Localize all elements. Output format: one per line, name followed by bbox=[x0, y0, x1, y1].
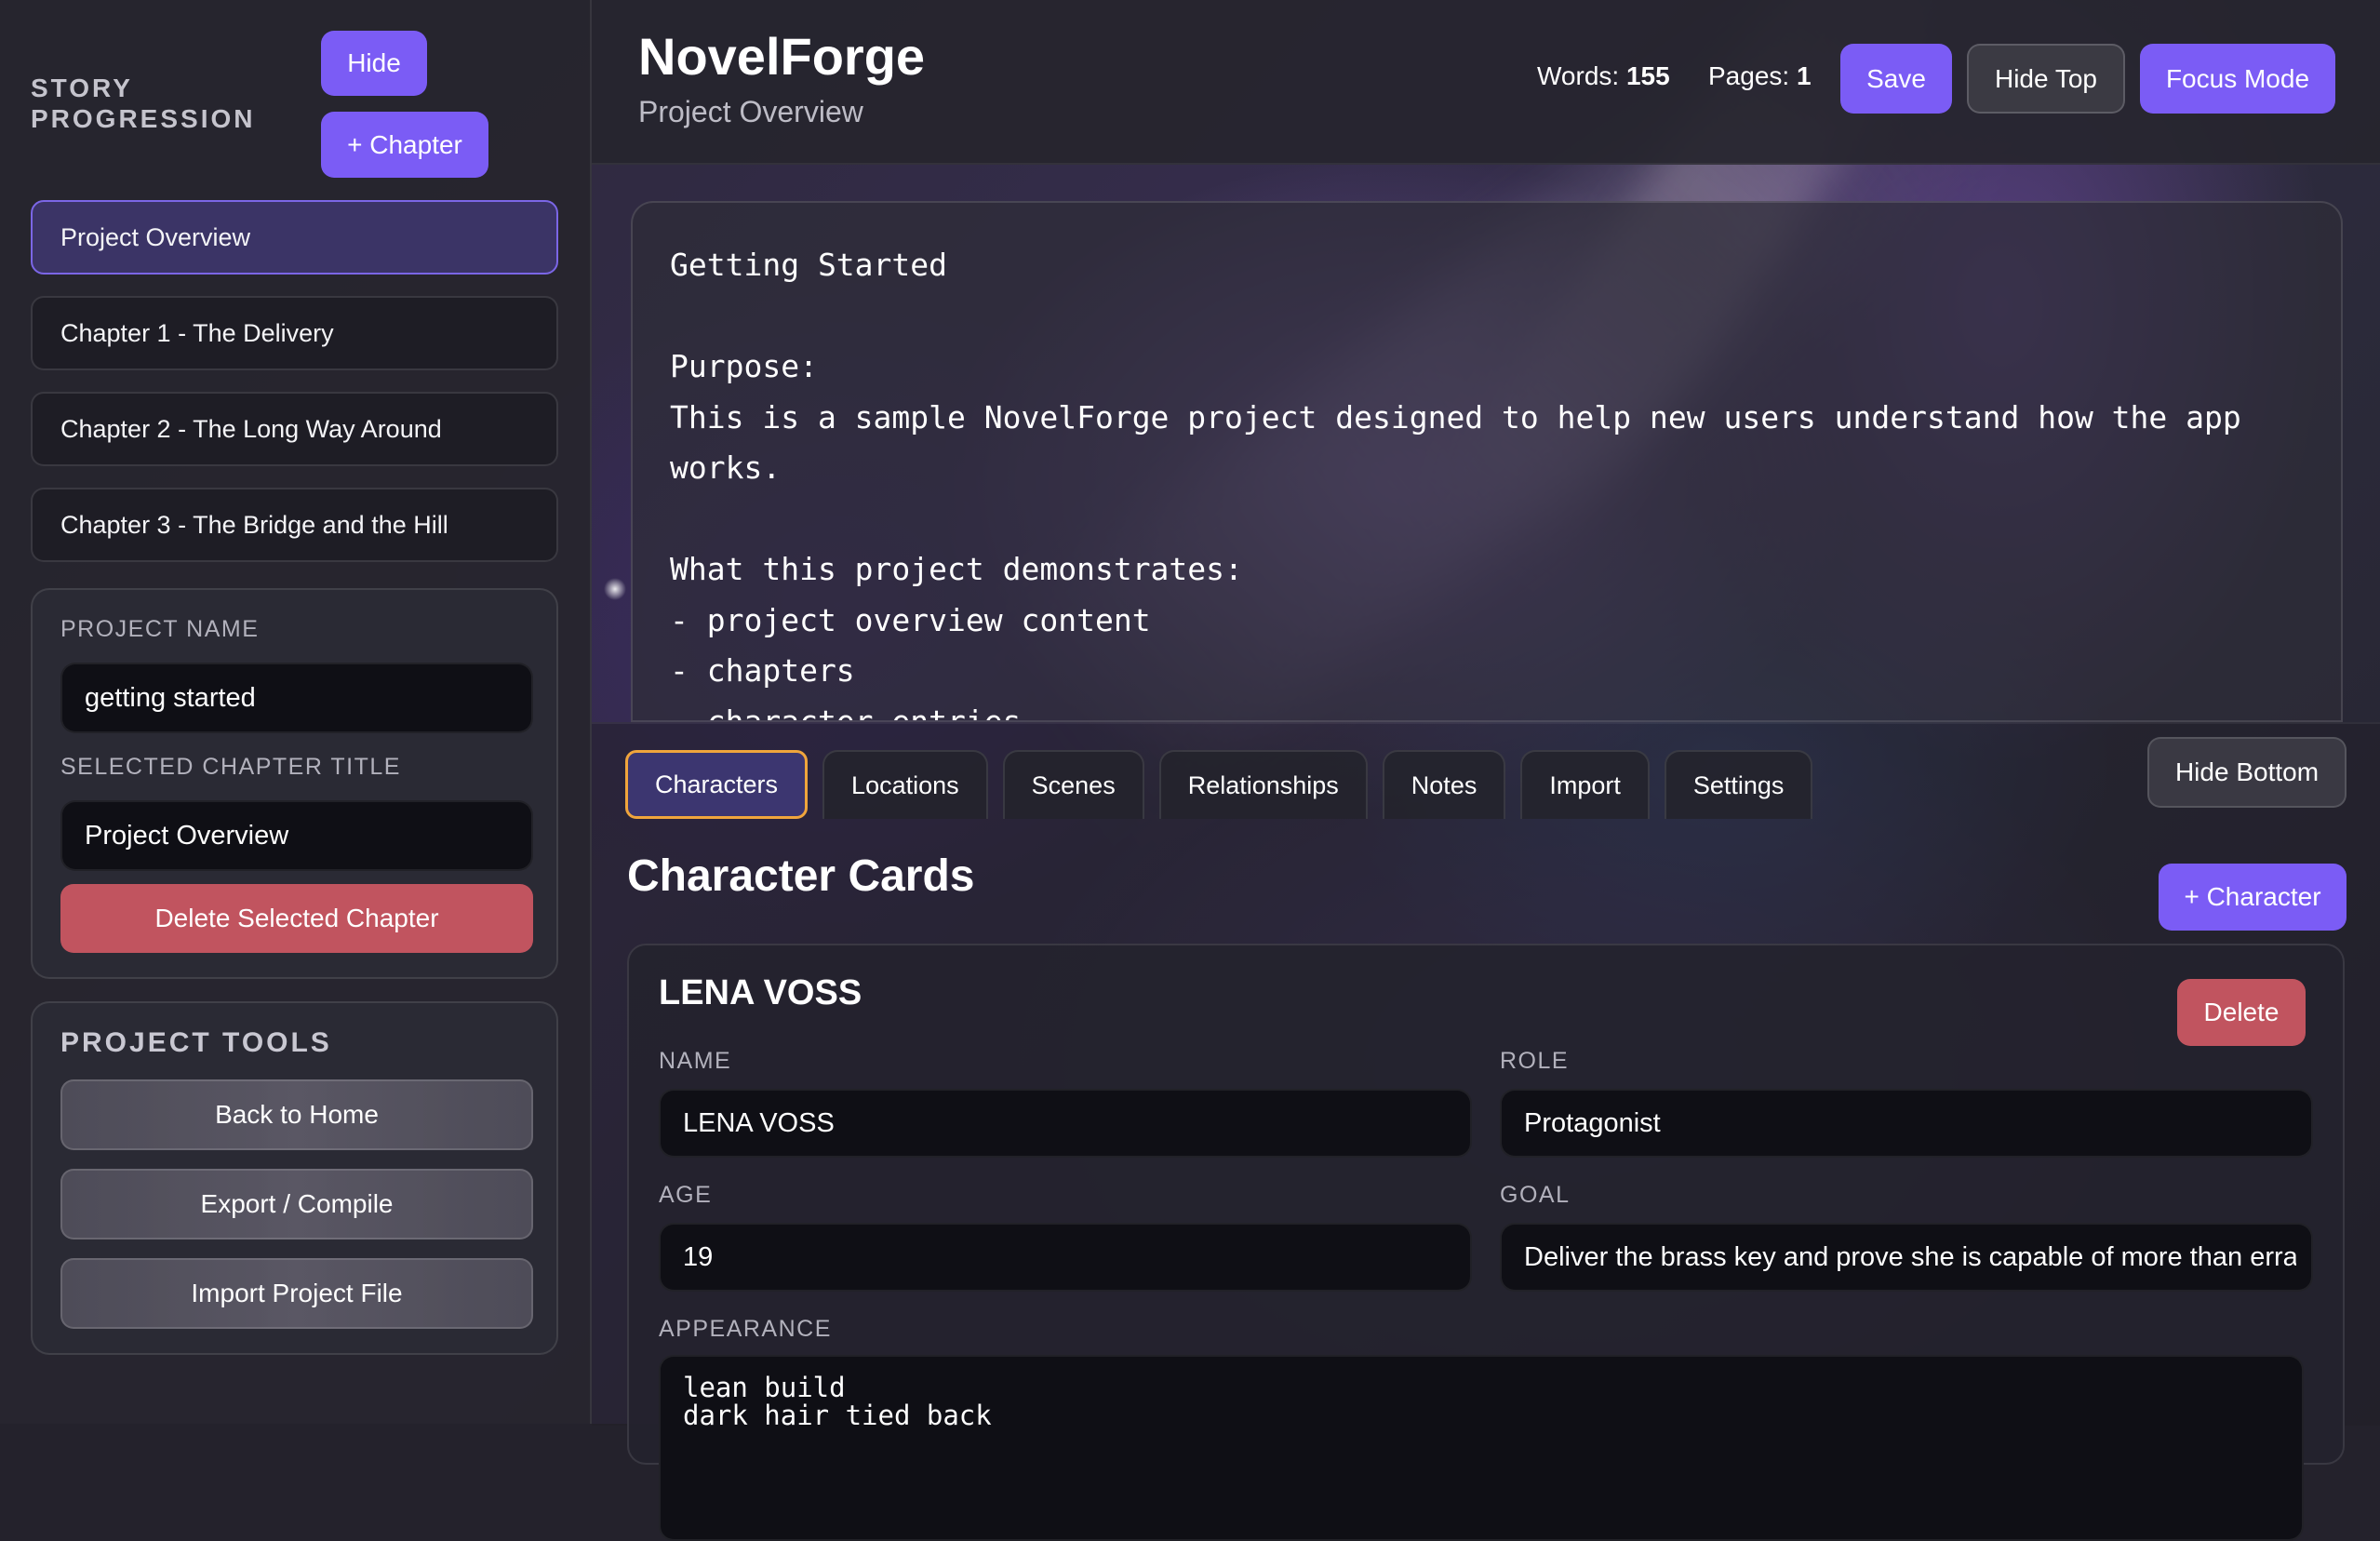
word-count-label: Words: bbox=[1537, 61, 1620, 90]
character-age-input[interactable] bbox=[659, 1223, 1472, 1292]
background-sparkle bbox=[603, 577, 627, 601]
project-name-label: PROJECT NAME bbox=[60, 616, 260, 642]
character-name-label: NAME bbox=[659, 1048, 732, 1074]
hide-bottom-button[interactable]: Hide Bottom bbox=[2147, 737, 2347, 808]
top-header: NovelForge Project Overview Words: 155 P… bbox=[592, 0, 2380, 165]
hide-top-button[interactable]: Hide Top bbox=[1967, 44, 2125, 114]
app-title: NovelForge bbox=[638, 27, 926, 86]
tab-import[interactable]: Import bbox=[1520, 750, 1650, 819]
add-character-button[interactable]: + Character bbox=[2159, 864, 2347, 931]
back-to-home-button[interactable]: Back to Home bbox=[60, 1079, 533, 1150]
character-role-label: ROLE bbox=[1500, 1048, 1570, 1074]
page-count-value: 1 bbox=[1796, 61, 1812, 90]
word-count: Words: 155 bbox=[1537, 61, 1670, 91]
character-card-heading: LENA VOSS bbox=[659, 973, 862, 1012]
chapter-title-input[interactable] bbox=[60, 800, 533, 871]
character-goal-label: GOAL bbox=[1500, 1182, 1571, 1208]
character-name-input[interactable] bbox=[659, 1089, 1472, 1158]
chapter-item-1[interactable]: Chapter 1 - The Delivery bbox=[31, 296, 558, 370]
project-name-input[interactable] bbox=[60, 663, 533, 733]
bottom-panel: Characters Locations Scenes Relationship… bbox=[592, 722, 2380, 1541]
chapter-item-3[interactable]: Chapter 3 - The Bridge and the Hill bbox=[31, 488, 558, 562]
page-subtitle: Project Overview bbox=[638, 95, 863, 128]
tab-locations[interactable]: Locations bbox=[822, 750, 988, 819]
tab-relationships[interactable]: Relationships bbox=[1158, 750, 1368, 819]
page-count-label: Pages: bbox=[1708, 61, 1790, 90]
tab-characters[interactable]: Characters bbox=[625, 750, 809, 819]
hide-sidebar-button[interactable]: Hide bbox=[321, 31, 427, 96]
character-age-label: AGE bbox=[659, 1182, 713, 1208]
section-title: Character Cards bbox=[627, 851, 975, 901]
delete-chapter-button[interactable]: Delete Selected Chapter bbox=[60, 884, 533, 953]
save-button[interactable]: Save bbox=[1840, 44, 1952, 114]
sidebar: STORY PROGRESSION Hide + Chapter Project… bbox=[0, 0, 592, 1424]
editor-text[interactable]: Getting Started Purpose: This is a sampl… bbox=[670, 240, 2285, 720]
chapter-title-label: SELECTED CHAPTER TITLE bbox=[60, 754, 401, 780]
character-appearance-textarea[interactable]: lean build dark hair tied back bbox=[659, 1355, 2304, 1541]
project-settings-panel: PROJECT NAME SELECTED CHAPTER TITLE Dele… bbox=[31, 588, 558, 979]
tab-notes[interactable]: Notes bbox=[1382, 750, 1506, 819]
chapter-item-project-overview[interactable]: Project Overview bbox=[31, 200, 558, 275]
add-chapter-button[interactable]: + Chapter bbox=[321, 112, 488, 178]
sidebar-heading: STORY PROGRESSION bbox=[31, 74, 256, 133]
character-appearance-label: APPEARANCE bbox=[659, 1316, 832, 1342]
page-count: Pages: 1 bbox=[1708, 61, 1812, 91]
focus-mode-button[interactable]: Focus Mode bbox=[2140, 44, 2335, 114]
word-count-value: 155 bbox=[1625, 61, 1670, 90]
chapter-list: Project Overview Chapter 1 - The Deliver… bbox=[31, 200, 558, 583]
project-tools-panel: PROJECT TOOLS Back to Home Export / Comp… bbox=[31, 1001, 558, 1355]
character-role-input[interactable] bbox=[1500, 1089, 2313, 1158]
bottom-tabs: Characters Locations Scenes Relationship… bbox=[625, 750, 1813, 819]
character-goal-input[interactable] bbox=[1500, 1223, 2313, 1292]
project-tools-title: PROJECT TOOLS bbox=[60, 1027, 332, 1058]
character-card: LENA VOSS Delete NAME ROLE AGE GOAL APPE… bbox=[627, 944, 2345, 1541]
chapter-item-2[interactable]: Chapter 2 - The Long Way Around bbox=[31, 392, 558, 466]
tab-scenes[interactable]: Scenes bbox=[1002, 750, 1144, 819]
import-project-button[interactable]: Import Project File bbox=[60, 1258, 533, 1329]
export-compile-button[interactable]: Export / Compile bbox=[60, 1169, 533, 1240]
manuscript-editor[interactable]: Getting Started Purpose: This is a sampl… bbox=[631, 201, 2343, 722]
delete-character-button[interactable]: Delete bbox=[2177, 979, 2306, 1046]
tab-settings[interactable]: Settings bbox=[1664, 750, 1813, 819]
